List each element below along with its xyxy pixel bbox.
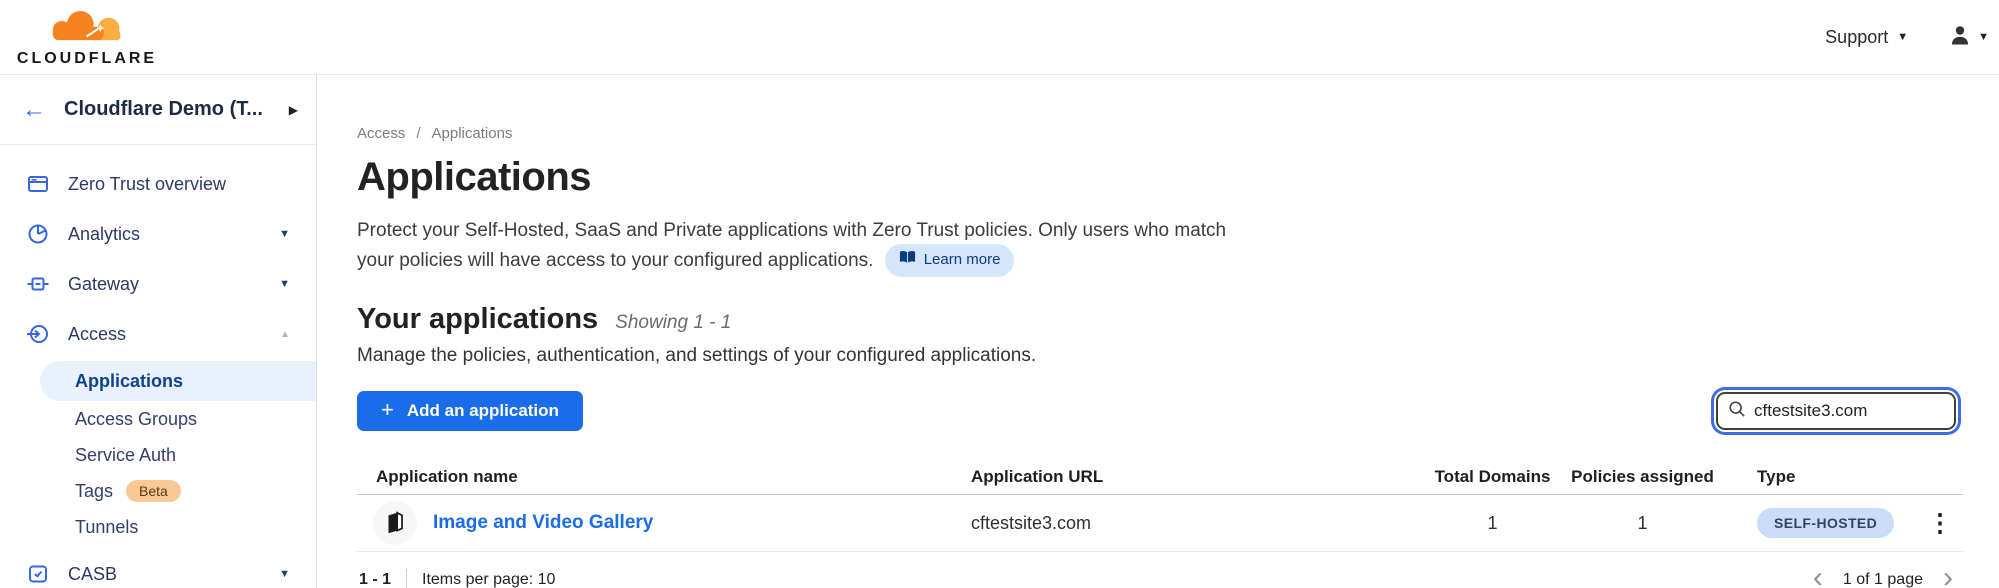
access-submenu: Applications Access Groups Service Auth … (0, 361, 316, 545)
page-title: Applications (357, 155, 1963, 200)
application-cube-icon (373, 501, 417, 545)
page-description: Protect your Self-Hosted, SaaS and Priva… (357, 216, 1262, 279)
sidebar-item-label: CASB (68, 564, 261, 585)
breadcrumb-applications[interactable]: Applications (432, 125, 513, 142)
section-subtitle: Manage the policies, authentication, and… (357, 345, 1963, 367)
breadcrumb-separator: / (416, 125, 420, 142)
next-page-icon[interactable]: › (1943, 563, 1953, 588)
sidebar-item-casb[interactable]: CASB ▼ (0, 549, 316, 588)
sidebar-item-applications[interactable]: Applications (40, 361, 316, 401)
items-per-page[interactable]: Items per page: 10 (422, 571, 555, 588)
gateway-icon (26, 272, 50, 296)
kebab-menu-icon[interactable]: ⋮ (1917, 511, 1963, 536)
account-switcher: ← Cloudflare Demo (T... ▶ (0, 75, 316, 145)
sidebar: ← Cloudflare Demo (T... ▶ Zero Trust ove… (0, 75, 317, 588)
search-icon (1728, 400, 1746, 423)
sidebar-item-access-groups[interactable]: Access Groups (0, 401, 316, 437)
breadcrumb-access[interactable]: Access (357, 125, 405, 142)
table-row: Image and Video Gallery cftestsite3.com … (357, 495, 1963, 552)
account-name: Cloudflare Demo (T... (64, 98, 271, 121)
sidebar-item-zero-trust-overview[interactable]: Zero Trust overview (0, 159, 316, 209)
sidebar-item-label: Service Auth (75, 445, 176, 466)
sidebar-item-label: Gateway (68, 274, 261, 295)
sidebar-item-label: Tunnels (75, 517, 138, 538)
support-menu[interactable]: Support ▼ (1825, 27, 1908, 48)
chevron-down-icon: ▼ (279, 228, 290, 240)
top-header: CLOUDFLARE Support ▼ ▼ (0, 0, 1999, 75)
add-application-button[interactable]: + Add an application (357, 391, 583, 431)
sidebar-item-tags[interactable]: Tags Beta (0, 473, 316, 509)
sidebar-item-label: Tags (75, 481, 113, 502)
search-box[interactable] (1716, 392, 1956, 430)
sidebar-item-label: Access Groups (75, 409, 197, 430)
cloudflare-cloud-icon (37, 6, 137, 51)
sidebar-item-label: Zero Trust overview (68, 174, 290, 195)
previous-page-icon[interactable]: ‹ (1813, 563, 1823, 588)
section-title: Your applications (357, 303, 598, 336)
chevron-down-icon: ▼ (279, 568, 290, 580)
search-input[interactable] (1754, 401, 1944, 421)
column-header-application-name: Application name (357, 467, 971, 487)
application-url-cell: cftestsite3.com (971, 513, 1430, 534)
toolbar: + Add an application (357, 391, 1963, 431)
sidebar-item-gateway[interactable]: Gateway ▼ (0, 259, 316, 309)
support-label: Support (1825, 27, 1888, 48)
application-link[interactable]: Image and Video Gallery (433, 512, 653, 534)
casb-icon (26, 562, 50, 586)
showing-count: Showing 1 - 1 (615, 312, 731, 334)
sidebar-item-access[interactable]: Access ▲ (0, 309, 316, 359)
breadcrumb: Access / Applications (357, 125, 1963, 142)
sidebar-item-service-auth[interactable]: Service Auth (0, 437, 316, 473)
table-header-row: Application name Application URL Total D… (357, 459, 1963, 495)
beta-badge: Beta (126, 480, 181, 502)
policies-assigned-cell: 1 (1555, 513, 1730, 534)
chevron-up-icon: ▲ (280, 329, 290, 340)
chevron-down-icon: ▼ (279, 278, 290, 290)
section-head: Your applications Showing 1 - 1 (357, 303, 1963, 336)
pagination-range: 1 - 1 (359, 571, 391, 588)
user-menu[interactable]: ▼ (1948, 23, 1989, 52)
learn-more-button[interactable]: Learn more (885, 244, 1015, 277)
analytics-icon (26, 222, 50, 246)
pagination-divider (406, 569, 407, 588)
learn-more-label: Learn more (924, 248, 1001, 272)
sidebar-item-label: Access (68, 324, 262, 345)
main-content: Access / Applications Applications Prote… (317, 75, 1999, 588)
column-header-type: Type (1730, 467, 1917, 487)
sidebar-nav: Zero Trust overview Analytics ▼ (0, 145, 316, 588)
back-arrow-icon[interactable]: ← (22, 98, 46, 122)
chevron-down-icon: ▼ (1897, 32, 1908, 43)
type-badge: SELF-HOSTED (1757, 508, 1894, 538)
column-header-policies-assigned: Policies assigned (1555, 467, 1730, 487)
sidebar-item-analytics[interactable]: Analytics ▼ (0, 209, 316, 259)
column-header-total-domains: Total Domains (1430, 467, 1555, 487)
plus-icon: + (381, 399, 394, 421)
add-application-label: Add an application (407, 401, 559, 421)
sidebar-item-tunnels[interactable]: Tunnels (0, 509, 316, 545)
page-info: 1 of 1 page (1843, 571, 1923, 588)
sidebar-item-label: Applications (75, 371, 183, 392)
user-avatar-icon (1948, 23, 1972, 52)
description-text: Protect your Self-Hosted, SaaS and Priva… (357, 220, 1226, 271)
chevron-down-icon: ▼ (1978, 32, 1989, 43)
logo-wordmark: CLOUDFLARE (17, 50, 157, 68)
overview-icon (26, 172, 50, 196)
book-icon (899, 248, 916, 272)
column-header-application-url: Application URL (971, 467, 1430, 487)
cloudflare-logo[interactable]: CLOUDFLARE (24, 6, 150, 68)
sidebar-item-label: Analytics (68, 224, 261, 245)
expand-account-icon[interactable]: ▶ (289, 103, 298, 117)
total-domains-cell: 1 (1430, 513, 1555, 534)
access-icon (26, 322, 50, 346)
pagination: 1 - 1 Items per page: 10 ‹ 1 of 1 page › (357, 565, 1963, 588)
applications-table: Application name Application URL Total D… (357, 459, 1963, 552)
